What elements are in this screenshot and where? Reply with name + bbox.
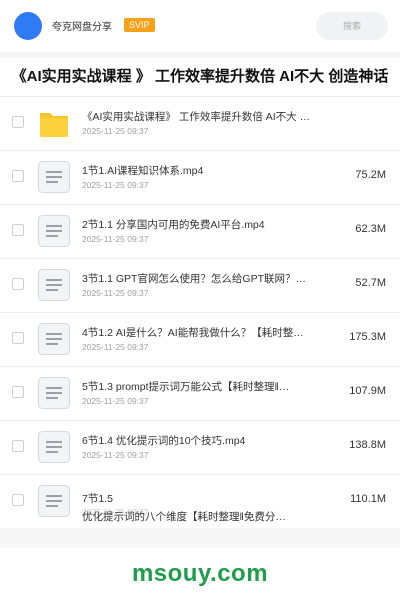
file-icon (38, 377, 70, 409)
folder-icon (40, 113, 68, 137)
file-date: 2025-11-25 09:37 (82, 288, 149, 298)
avatar[interactable] (14, 12, 42, 40)
file-size: 107.9M (349, 385, 386, 397)
row-checkbox[interactable] (12, 494, 24, 506)
file-name: 3节1.1 GPT官网怎么使用？怎么给GPT联网？… (82, 273, 307, 285)
file-name: 7节1.5 (82, 493, 113, 505)
svip-badge: SVIP (124, 18, 155, 32)
file-row[interactable]: 5节1.3 prompt提示词万能公式【耗时整理‖… 2025-11-25 09:… (0, 367, 400, 421)
file-size: 110.1M (350, 493, 386, 505)
brand-name: 夸克网盘分享 (52, 22, 112, 33)
file-name: 6节1.4 优化提示词的10个技巧.mp4 (82, 435, 246, 447)
file-date: 2025-11-25 09:37 (82, 450, 149, 460)
file-name-line2: 优化提示词的八个维度【耗时整理‖免费分… (82, 511, 286, 523)
divider (0, 528, 400, 548)
page-title: 《AI实用实战课程 》 工作效率提升数倍 AI不大 创造神话 (11, 68, 389, 85)
file-icon (38, 323, 70, 355)
file-size: 175.3M (349, 331, 386, 343)
row-checkbox[interactable] (12, 386, 24, 398)
file-row[interactable]: 7节1.5 2025-11-25 09:37 优化提示词的八个维度【耗时整理‖免… (0, 475, 400, 531)
file-icon (38, 431, 70, 463)
file-name: 1节1.AI课程知识体系.mp4 (82, 165, 204, 177)
row-checkbox[interactable] (12, 332, 24, 344)
file-icon (38, 161, 70, 193)
file-row[interactable]: 1节1.AI课程知识体系.mp4 2025-11-25 09:37 75.2M (0, 151, 400, 205)
watermark: msouy.com (131, 560, 269, 587)
file-row[interactable]: 《AI实用实战课程》 工作效率提升数倍 AI不大 … 2025-11-25 09:… (0, 97, 400, 151)
row-checkbox[interactable] (12, 224, 24, 236)
row-checkbox[interactable] (12, 170, 24, 182)
file-name: 5节1.3 prompt提示词万能公式【耗时整理‖… (82, 381, 290, 393)
file-date: 2025-11-25 09:37 (82, 342, 149, 352)
search-input[interactable]: 搜索 (316, 12, 388, 40)
file-size: 62.3M (355, 223, 386, 235)
file-icon (38, 215, 70, 247)
file-date: 2025-11-25 09:37 (82, 234, 149, 244)
file-icon (38, 485, 70, 517)
file-row[interactable]: 6节1.4 优化提示词的10个技巧.mp4 2025-11-25 09:37 138… (0, 421, 400, 475)
file-size: 75.2M (355, 169, 386, 181)
file-size: 52.7M (355, 277, 386, 289)
file-name: 《AI实用实战课程》 工作效率提升数倍 AI不大 … (82, 111, 311, 123)
file-row[interactable]: 4节1.2 AI是什么？AI能帮我做什么？【耗时整… 2025-11-25 09:… (0, 313, 400, 367)
row-checkbox[interactable] (12, 278, 24, 290)
row-checkbox[interactable] (12, 440, 24, 452)
top-bar: 夸克网盘分享 SVIP 搜索 (0, 0, 400, 52)
row-checkbox[interactable] (12, 116, 24, 128)
divider (0, 52, 400, 58)
file-name: 4节1.2 AI是什么？AI能帮我做什么？【耗时整… (82, 327, 304, 339)
file-name: 2节1.1 分享国内可用的免费AI平台.mp4 (82, 219, 265, 231)
file-size: 138.8M (349, 439, 386, 451)
file-date: 2025-11-25 09:37 (82, 396, 149, 406)
file-date: 2025-11-25 09:37 (82, 180, 149, 190)
file-icon (38, 269, 70, 301)
file-row[interactable]: 2节1.1 分享国内可用的免费AI平台.mp4 2025-11-25 09:37 6… (0, 205, 400, 259)
file-date: 2025-11-25 09:37 (82, 126, 149, 136)
file-row[interactable]: 3节1.1 GPT官网怎么使用？怎么给GPT联网？… 2025-11-25 09:… (0, 259, 400, 313)
